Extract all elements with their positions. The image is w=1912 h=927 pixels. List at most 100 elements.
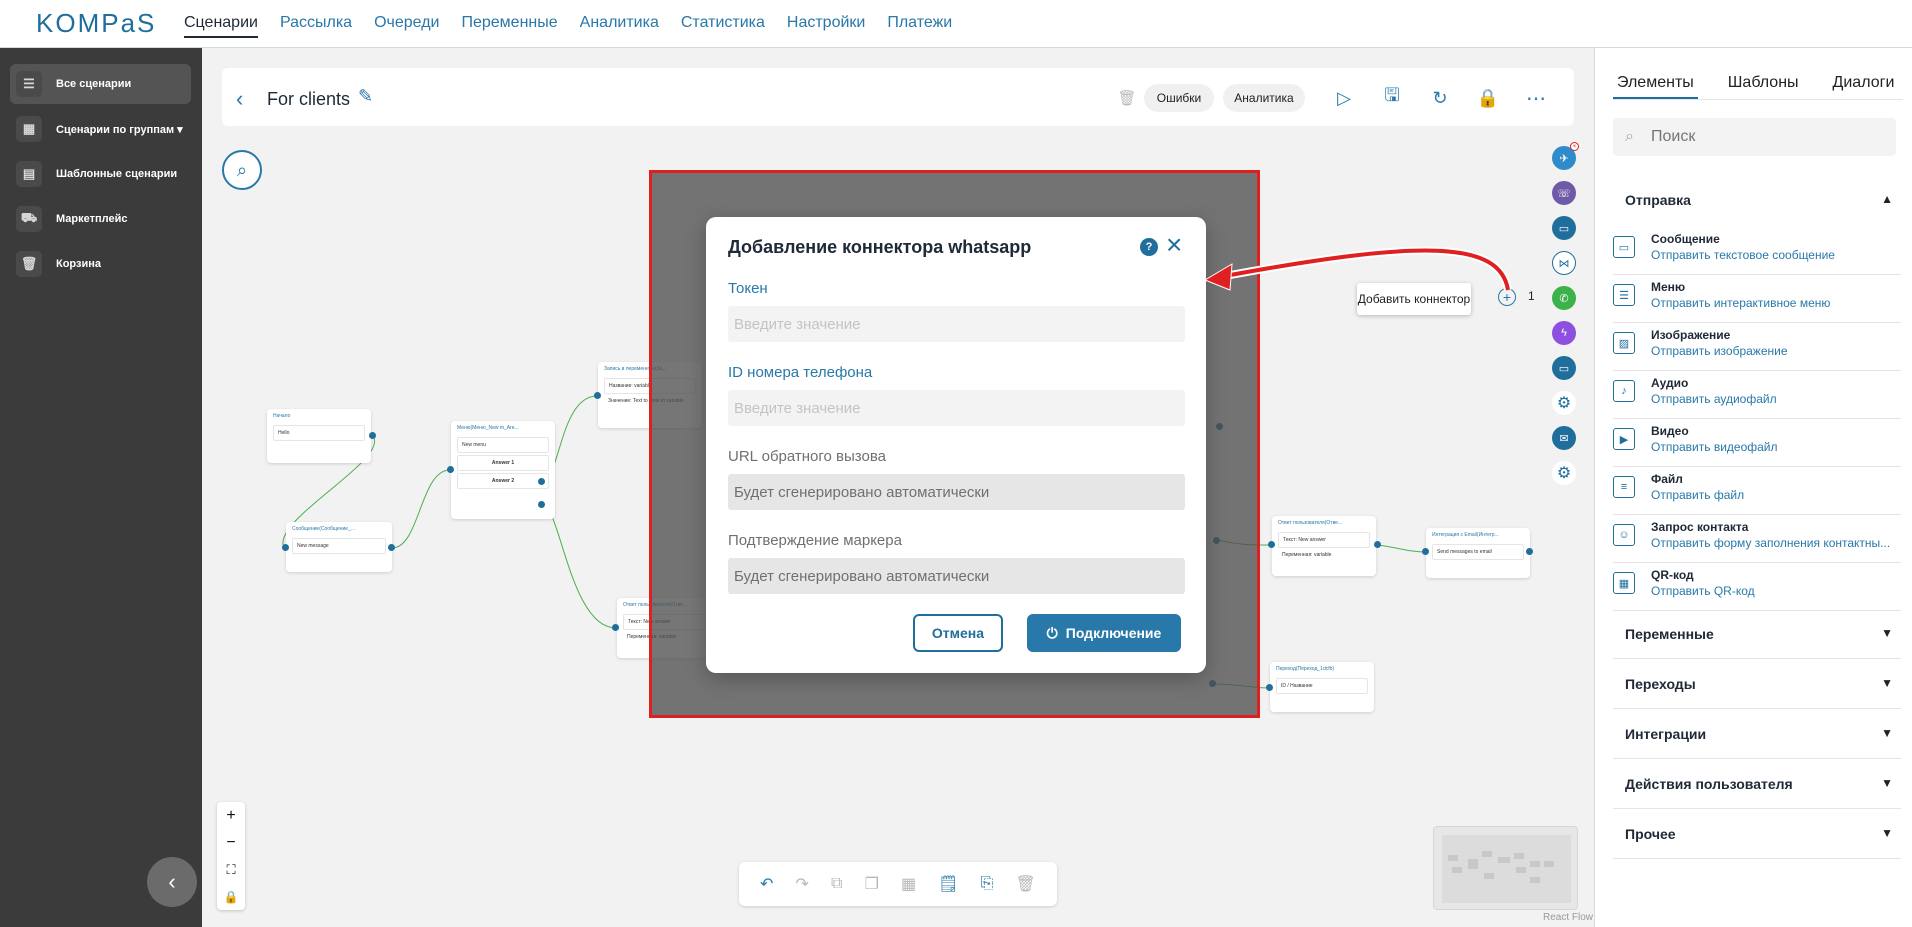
section-send[interactable]: Отправка ▲ bbox=[1625, 192, 1893, 208]
nav-payments[interactable]: Платежи bbox=[887, 14, 952, 38]
share-icon[interactable]: ⋈ bbox=[1552, 251, 1576, 275]
nav-mailing[interactable]: Рассылка bbox=[280, 14, 352, 38]
node-handle[interactable] bbox=[369, 432, 376, 439]
element-video[interactable]: ▶ Видео Отправить видеофайл bbox=[1613, 422, 1901, 468]
template-icon: ▤ bbox=[16, 161, 42, 187]
node-handle[interactable] bbox=[612, 624, 619, 631]
collapse-sidebar-button[interactable]: ‹ bbox=[147, 857, 197, 907]
element-file[interactable]: ≡ Файл Отправить файл bbox=[1613, 470, 1901, 516]
element-audio[interactable]: ♪ Аудио Отправить аудиофайл bbox=[1613, 374, 1901, 420]
nav-statistics[interactable]: Статистика bbox=[681, 14, 765, 38]
node-start[interactable]: Начало Hello bbox=[267, 409, 371, 463]
analytics-button[interactable]: Аналитика bbox=[1223, 84, 1305, 112]
api-icon[interactable]: ⚙ bbox=[1552, 391, 1576, 415]
divider bbox=[1613, 610, 1901, 611]
elements-search-input[interactable] bbox=[1613, 118, 1896, 156]
save-icon[interactable]: 🖫 bbox=[1378, 84, 1406, 112]
node-user-reply-2[interactable]: Ответ пользователя(Отве... Текст: New an… bbox=[1272, 516, 1376, 576]
tab-dialogs[interactable]: Диалоги bbox=[1829, 74, 1899, 99]
section-variables[interactable]: Переменные ▼ bbox=[1625, 626, 1893, 642]
sidebar-item-groups[interactable]: ▦ Сценарии по группам ▾ bbox=[10, 109, 191, 149]
node-handle[interactable] bbox=[282, 544, 289, 551]
nav-variables[interactable]: Переменные bbox=[461, 14, 557, 38]
token-input[interactable] bbox=[728, 306, 1185, 342]
divider bbox=[1613, 708, 1901, 709]
node-jump[interactable]: Переход(Переход_1dcfb) ID / Название bbox=[1270, 662, 1374, 712]
grid-icon[interactable]: ▦ bbox=[901, 874, 916, 894]
minimap[interactable] bbox=[1433, 826, 1578, 910]
element-qr-code[interactable]: ▦ QR-код Отправить QR-код bbox=[1613, 566, 1901, 612]
node-handle[interactable] bbox=[1422, 548, 1429, 555]
duplicate-icon[interactable]: ❐ bbox=[865, 874, 879, 894]
lock-icon[interactable]: 🔒 bbox=[217, 883, 245, 910]
tab-templates[interactable]: Шаблоны bbox=[1724, 74, 1803, 99]
nav-queues[interactable]: Очереди bbox=[374, 14, 439, 38]
fit-view-icon[interactable]: ⛶ bbox=[217, 856, 245, 883]
email-icon[interactable]: ✉ bbox=[1552, 426, 1576, 450]
settings-icon[interactable]: ⚙ bbox=[1552, 461, 1576, 485]
paste-icon[interactable]: ⎘ bbox=[981, 875, 994, 893]
section-transitions[interactable]: Переходы ▼ bbox=[1625, 676, 1893, 692]
zoom-in-icon[interactable]: + bbox=[217, 802, 245, 829]
node-handle[interactable] bbox=[1268, 541, 1275, 548]
node-handle[interactable] bbox=[1526, 548, 1533, 555]
node-handle[interactable] bbox=[1266, 684, 1273, 691]
note-icon[interactable]: 🗒 bbox=[938, 874, 958, 894]
chat-icon[interactable]: ▭ bbox=[1552, 216, 1576, 240]
sidebar-item-all-scenarios[interactable]: ☰ Все сценарии bbox=[10, 64, 191, 104]
trash-icon[interactable]: 🗑 bbox=[1113, 84, 1141, 112]
canvas-search-button[interactable]: ⌕ bbox=[222, 150, 262, 190]
element-message[interactable]: ▭ Сообщение Отправить текстовое сообщени… bbox=[1613, 230, 1901, 276]
element-title: Сообщение bbox=[1651, 232, 1720, 246]
refresh-icon[interactable]: ↻ bbox=[1426, 84, 1454, 112]
zoom-out-icon[interactable]: − bbox=[217, 829, 245, 856]
play-icon[interactable]: ▷ bbox=[1330, 84, 1358, 112]
add-connector-tooltip: Добавить коннектор bbox=[1357, 283, 1471, 315]
whatsapp-icon[interactable]: ✆ bbox=[1552, 286, 1576, 310]
element-image[interactable]: ▨ Изображение Отправить изображение bbox=[1613, 326, 1901, 372]
errors-button[interactable]: Ошибки bbox=[1144, 84, 1214, 112]
cancel-button[interactable]: Отмена bbox=[913, 614, 1003, 652]
undo-icon[interactable]: ↶ bbox=[760, 874, 773, 894]
sidebar-item-trash[interactable]: 🗑 Корзина bbox=[10, 244, 191, 284]
nav-analytics[interactable]: Аналитика bbox=[580, 14, 659, 38]
node-handle[interactable] bbox=[447, 466, 454, 473]
marker-field bbox=[728, 558, 1185, 594]
more-icon[interactable]: ⋯ bbox=[1522, 84, 1550, 112]
logo[interactable]: KOMPaS bbox=[36, 8, 156, 39]
section-integrations[interactable]: Интеграции ▼ bbox=[1625, 726, 1893, 742]
close-icon[interactable]: × bbox=[1166, 231, 1182, 259]
help-icon[interactable]: ? bbox=[1140, 238, 1158, 256]
messenger-icon[interactable]: ϟ bbox=[1552, 321, 1576, 345]
node-email-integration[interactable]: Интеграция с Email(Интегр... Send messag… bbox=[1426, 528, 1530, 578]
node-message[interactable]: Сообщение(Сообщение_... New message bbox=[286, 522, 392, 572]
viber-icon[interactable]: ☏ bbox=[1552, 181, 1576, 205]
section-user-actions[interactable]: Действия пользователя ▼ bbox=[1625, 776, 1893, 792]
phone-id-label: ID номера телефона bbox=[728, 364, 873, 381]
nav-scenarios[interactable]: Сценарии bbox=[184, 14, 258, 38]
node-handle[interactable] bbox=[594, 392, 601, 399]
section-label: Действия пользователя bbox=[1625, 776, 1793, 792]
lock-icon[interactable]: 🔒 bbox=[1474, 84, 1502, 112]
phone-id-input[interactable] bbox=[728, 390, 1185, 426]
element-contact-request[interactable]: ☺ Запрос контакта Отправить форму заполн… bbox=[1613, 518, 1901, 564]
node-handle[interactable] bbox=[538, 501, 545, 508]
connect-button[interactable]: ⏻ Подключение bbox=[1027, 614, 1181, 652]
section-other[interactable]: Прочее ▼ bbox=[1625, 826, 1893, 842]
trash-icon[interactable]: 🗑 bbox=[1016, 874, 1036, 894]
node-handle[interactable] bbox=[538, 478, 545, 485]
reactflow-attribution[interactable]: React Flow bbox=[1543, 912, 1593, 923]
redo-icon[interactable]: ↷ bbox=[796, 874, 809, 894]
message-icon[interactable]: ▭ bbox=[1552, 356, 1576, 380]
node-handle[interactable] bbox=[388, 544, 395, 551]
plus-icon[interactable]: + bbox=[1498, 288, 1516, 306]
copy-icon[interactable]: ⧉ bbox=[831, 875, 842, 893]
tab-elements[interactable]: Элементы bbox=[1613, 74, 1698, 99]
sidebar-item-templates[interactable]: ▤ Шаблонные сценарии bbox=[10, 154, 191, 194]
back-button[interactable]: ‹ bbox=[236, 86, 243, 112]
sidebar-item-marketplace[interactable]: ⛟ Маркетплейс bbox=[10, 199, 191, 239]
element-menu[interactable]: ☰ Меню Отправить интерактивное меню bbox=[1613, 278, 1901, 324]
nav-settings[interactable]: Настройки bbox=[787, 14, 865, 38]
pencil-icon[interactable]: ✎ bbox=[358, 86, 373, 107]
node-handle[interactable] bbox=[1374, 541, 1381, 548]
